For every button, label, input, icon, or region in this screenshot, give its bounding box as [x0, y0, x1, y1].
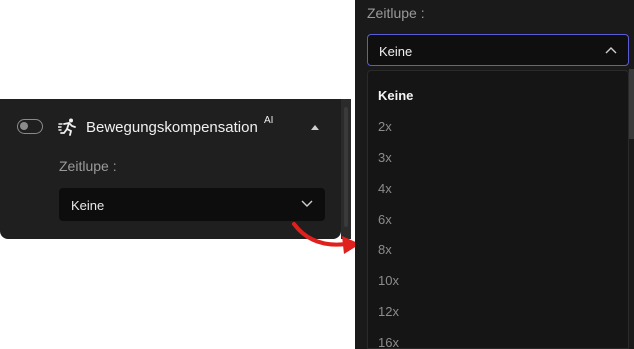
select-value-right: Keine [379, 44, 413, 59]
slow-motion-label: Zeitlupe : [59, 158, 117, 174]
chevron-up-icon [605, 47, 617, 54]
scrollbar-thumb[interactable] [344, 107, 348, 227]
slow-motion-select-open[interactable]: Keine [367, 34, 629, 66]
option-keine[interactable]: Keine [378, 88, 413, 103]
toggle-knob [20, 122, 28, 130]
feature-title: Bewegungskompensation [86, 119, 258, 136]
running-person-icon [58, 118, 76, 136]
select-value: Keine [71, 198, 105, 213]
ai-badge: AI [264, 115, 274, 126]
option-4x[interactable]: 4x [378, 181, 392, 196]
slow-motion-label-right: Zeitlupe : [367, 5, 425, 21]
option-10x[interactable]: 10x [378, 273, 399, 288]
panel-scrollbar-right[interactable] [629, 69, 634, 139]
curved-arrow-icon [292, 222, 360, 254]
option-12x[interactable]: 12x [378, 304, 399, 319]
chevron-down-icon [301, 200, 313, 207]
option-2x[interactable]: 2x [378, 119, 392, 134]
triangle-up-icon[interactable] [310, 124, 320, 131]
option-8x[interactable]: 8x [378, 242, 392, 257]
slow-motion-select[interactable]: Keine [59, 188, 325, 221]
option-6x[interactable]: 6x [378, 212, 392, 227]
dropdown-list[interactable]: Keine 2x 3x 4x 6x 8x 10x 12x 16x [367, 70, 629, 349]
motion-compensation-toggle[interactable] [17, 119, 43, 134]
option-3x[interactable]: 3x [378, 150, 392, 165]
option-16x[interactable]: 16x [378, 335, 399, 348]
